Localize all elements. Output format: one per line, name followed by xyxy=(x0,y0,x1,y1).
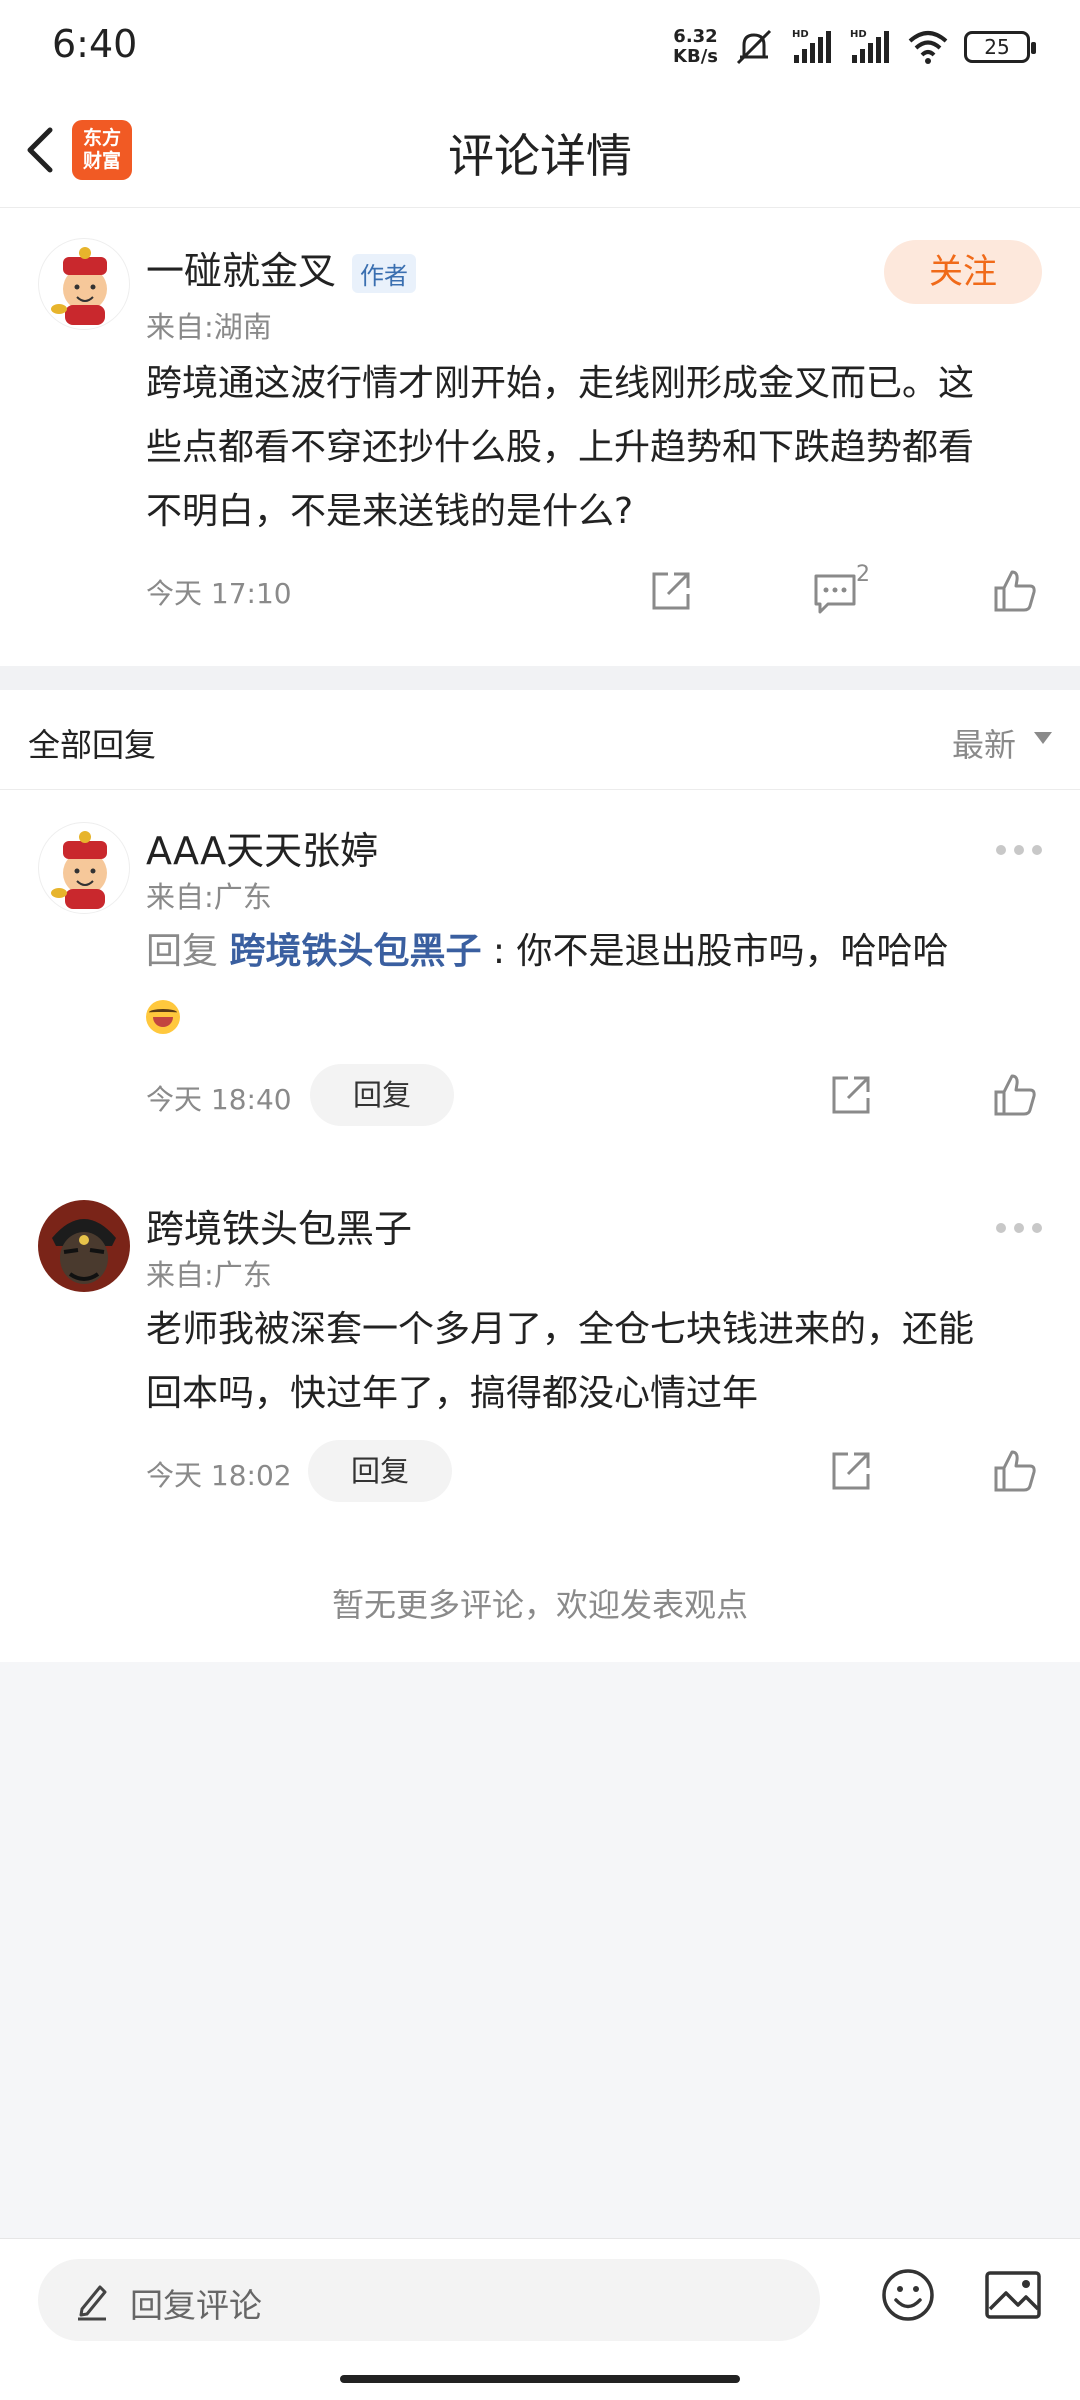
reply-content: 老师我被深套一个多月了，全仓七块钱进来的，还能 回本吗，快过年了，搞得都没心情过… xyxy=(146,1298,974,1426)
username[interactable]: AAA天天张婷 xyxy=(146,820,378,875)
laughing-tears-emoji-icon xyxy=(146,1000,180,1034)
reply-button[interactable]: 回复 xyxy=(310,1064,454,1126)
nav-bar: 东方 财富 评论详情 xyxy=(0,92,1080,208)
avatar[interactable] xyxy=(38,822,130,914)
comment-icon[interactable] xyxy=(812,570,858,616)
more-options-icon[interactable] xyxy=(996,1220,1042,1236)
follow-button[interactable]: 关注 xyxy=(884,240,1042,304)
comment-time: 今天 17:10 xyxy=(146,577,292,610)
mute-bell-icon xyxy=(736,29,772,65)
sort-dropdown[interactable]: 最新 xyxy=(952,720,1016,766)
status-time: 6:40 xyxy=(52,22,138,66)
avatar[interactable] xyxy=(38,1200,130,1292)
more-options-icon[interactable] xyxy=(996,842,1042,858)
wifi-icon xyxy=(908,31,948,64)
username[interactable]: 跨境铁头包黑子 xyxy=(146,1198,412,1253)
fortune-god-avatar-icon xyxy=(51,247,107,325)
bottom-bar: 回复评论 xyxy=(0,2238,1080,2400)
share-icon[interactable] xyxy=(828,1448,874,1494)
username[interactable]: 一碰就金叉 xyxy=(146,240,336,295)
network-speed: 6.32 KB/s xyxy=(673,27,718,67)
share-icon[interactable] xyxy=(648,568,694,614)
emoji-icon[interactable] xyxy=(880,2267,936,2323)
svg-text:HD: HD xyxy=(850,29,867,40)
signal-icon-2: HD xyxy=(850,29,889,63)
avatar[interactable] xyxy=(38,238,130,330)
reply-content-line: 回本吗，快过年了，搞得都没心情过年 xyxy=(146,1373,759,1414)
svg-text:HD: HD xyxy=(792,29,809,40)
reply-comment-input[interactable]: 回复评论 xyxy=(38,2259,820,2341)
status-icons: 6.32 KB/s HD HD 25 xyxy=(673,22,1036,72)
comment-content-line: 不明白，不是来送钱的是什么? xyxy=(146,491,634,532)
chevron-down-icon[interactable] xyxy=(1034,732,1052,744)
replies-header: 全部回复 最新 xyxy=(0,690,1080,790)
replies-list: AAA天天张婷 来自:广东 回复 跨境铁头包黑子 : 你不是退出股市吗，哈哈哈 … xyxy=(0,790,1080,1662)
main-comment: 一碰就金叉 作者 来自:湖南 关注 跨境通这波行情才刚开始，走线刚形成金叉而已。… xyxy=(0,208,1080,666)
reply-prefix: 回复 xyxy=(146,931,230,972)
author-tag: 作者 xyxy=(352,254,416,293)
location: 来自:广东 xyxy=(146,880,272,914)
reply-content: 回复 跨境铁头包黑子 : 你不是退出股市吗，哈哈哈 xyxy=(146,920,1046,1048)
page-title: 评论详情 xyxy=(448,129,632,183)
like-icon[interactable] xyxy=(992,1448,1038,1494)
network-speed-unit: KB/s xyxy=(673,46,718,67)
reply-time: 今天 18:40 xyxy=(146,1083,292,1116)
signal-icon: HD xyxy=(792,29,831,63)
reply-text: : 你不是退出股市吗，哈哈哈 xyxy=(481,931,949,972)
reply-input-placeholder: 回复评论 xyxy=(130,2286,262,2325)
reply-button[interactable]: 回复 xyxy=(308,1440,452,1502)
like-icon[interactable] xyxy=(992,1072,1038,1118)
no-more-comments-text: 暂无更多评论，欢迎发表观点 xyxy=(331,1586,748,1624)
network-speed-value: 6.32 xyxy=(673,26,718,47)
share-icon[interactable] xyxy=(828,1072,874,1118)
fortune-god-avatar-icon xyxy=(51,831,107,909)
pen-icon xyxy=(78,2285,107,2321)
image-icon[interactable] xyxy=(984,2269,1042,2321)
section-divider xyxy=(0,666,1080,690)
home-indicator[interactable] xyxy=(340,2375,740,2383)
battery-indicator: 25 xyxy=(964,31,1036,63)
comment-content: 跨境通这波行情才刚开始，走线刚形成金叉而已。这 些点都看不穿还抄什么股，上升趋势… xyxy=(146,352,974,544)
reply-content-line: 老师我被深套一个多月了，全仓七块钱进来的，还能 xyxy=(146,1309,975,1350)
replies-title: 全部回复 xyxy=(28,726,157,764)
reply-target-user[interactable]: 跨境铁头包黑子 xyxy=(229,931,481,972)
status-bar: 6:40 6.32 KB/s HD HD 25 xyxy=(0,0,1080,92)
reply-time: 今天 18:02 xyxy=(146,1459,292,1492)
character-portrait-avatar-icon xyxy=(38,1200,130,1292)
comment-count: 2 xyxy=(856,562,870,587)
comment-content-line: 跨境通这波行情才刚开始，走线刚形成金叉而已。这 xyxy=(146,363,975,404)
location: 来自:广东 xyxy=(146,1258,272,1292)
like-icon[interactable] xyxy=(992,568,1038,614)
location: 来自:湖南 xyxy=(146,310,272,344)
comment-content-line: 些点都看不穿还抄什么股，上升趋势和下跌趋势都看 xyxy=(146,427,975,468)
